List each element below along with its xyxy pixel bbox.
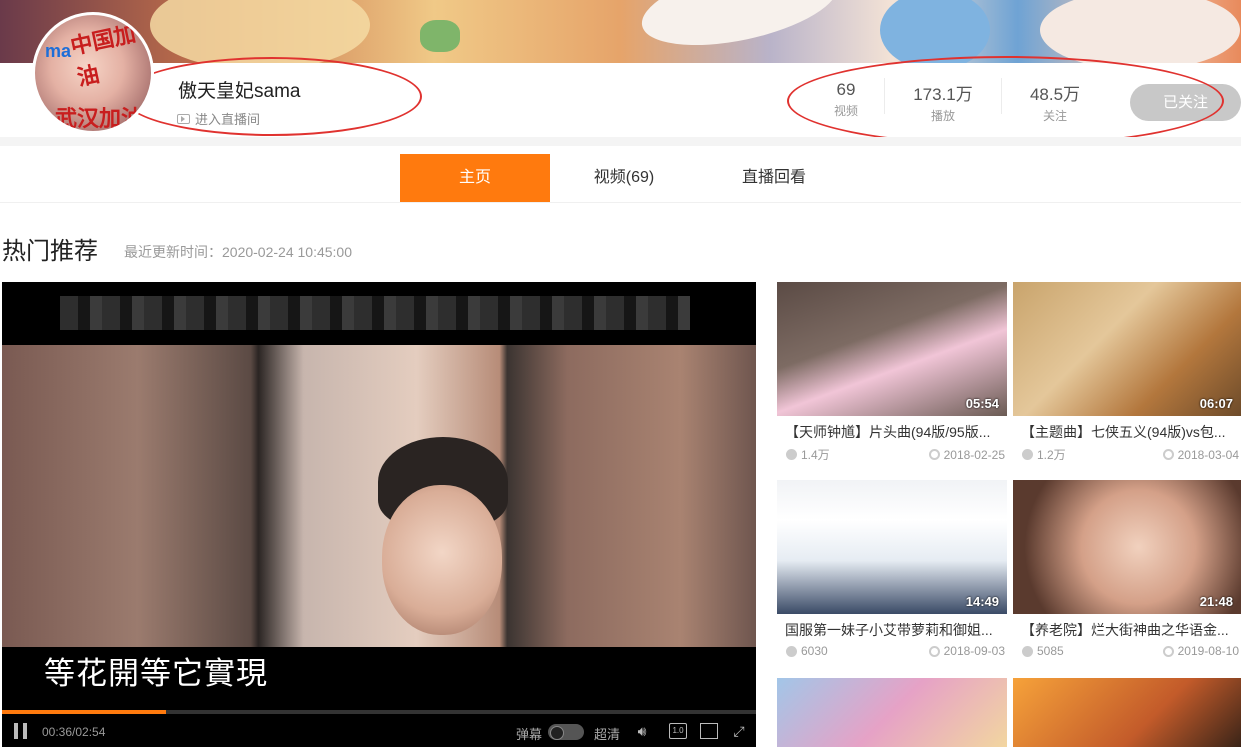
- follow-button[interactable]: 已关注: [1130, 84, 1241, 121]
- quality-button[interactable]: 超清: [594, 724, 620, 743]
- volume-icon[interactable]: 🔊︎: [633, 723, 651, 739]
- play-count: 5085: [1022, 644, 1064, 658]
- video-subtitle: 等花開等它實現: [44, 656, 268, 692]
- upload-date: 2019-08-10: [1162, 644, 1239, 658]
- pause-icon[interactable]: [14, 723, 28, 739]
- profile-banner: [0, 0, 1241, 63]
- stat-plays: 173.1万 播放: [905, 80, 981, 124]
- clock-icon: [1162, 645, 1174, 657]
- blurred-caption: [60, 296, 690, 330]
- stat-divider: [884, 78, 885, 114]
- stat-value: 173.1万: [913, 85, 973, 104]
- widescreen-icon[interactable]: [700, 723, 718, 739]
- play-count-icon: [786, 449, 797, 460]
- upload-date: 2018-09-03: [928, 644, 1005, 658]
- upload-date: 2018-02-25: [928, 446, 1005, 463]
- banner-art: [420, 20, 460, 52]
- avatar[interactable]: 中国加油 ma 武汉加油: [32, 12, 154, 134]
- clock-icon: [1162, 449, 1174, 460]
- tabs-divider: [0, 202, 1241, 203]
- play-count-icon: [786, 645, 797, 657]
- speed-icon[interactable]: 1.0: [669, 723, 687, 739]
- stat-value: 69: [836, 80, 856, 99]
- stat-videos[interactable]: 69 视频: [828, 80, 864, 119]
- video-thumbnail[interactable]: 14:49: [777, 480, 1007, 614]
- video-duration: 14:49: [965, 594, 999, 609]
- video-thumbnail[interactable]: [1013, 678, 1241, 747]
- banner-art: [634, 0, 846, 61]
- video-card[interactable]: 05:54 【天师钟馗】片头曲(94版/95版... 1.4万 2018-02-…: [777, 282, 1007, 463]
- video-meta: 1.2万 2018-03-04: [1013, 446, 1241, 463]
- video-meta: 1.4万 2018-02-25: [777, 446, 1007, 463]
- banner-art: [880, 0, 990, 63]
- clock-icon: [928, 449, 940, 460]
- update-time: 最近更新时间：2020-02-24 10:45:00: [124, 244, 352, 260]
- video-card[interactable]: 06:07 【主题曲】七侠五义(94版)vs包... 1.2万 2018-03-…: [1013, 282, 1241, 463]
- video-thumbnail[interactable]: 06:07: [1013, 282, 1241, 416]
- video-card[interactable]: 21:48 【养老院】烂大街神曲之华语金... 5085 2019-08-10: [1013, 480, 1241, 658]
- video-meta: 6030 2018-09-03: [777, 644, 1007, 658]
- stat-value: 48.5万: [1029, 85, 1081, 104]
- video-duration: 05:54: [965, 396, 999, 411]
- avatar-text: 武汉加油: [55, 106, 144, 131]
- video-card[interactable]: [777, 678, 1007, 747]
- username: 傲天皇妃sama: [178, 81, 301, 102]
- stat-followers: 48.5万 关注: [1022, 80, 1088, 124]
- section-divider: [0, 137, 1241, 146]
- avatar-text: 中国加油: [68, 20, 139, 91]
- video-frame[interactable]: [2, 345, 756, 647]
- avatar-text: ma: [45, 41, 72, 61]
- section-title: 热门推荐: [2, 238, 98, 265]
- stat-divider: [1001, 78, 1002, 114]
- video-thumbnail[interactable]: [777, 678, 1007, 747]
- upload-date: 2018-03-04: [1162, 446, 1239, 463]
- playback-time: 00:36/02:54: [42, 725, 106, 739]
- tab-home[interactable]: 主页: [400, 154, 550, 202]
- video-title[interactable]: 【主题曲】七侠五义(94版)vs包...: [1013, 422, 1241, 442]
- fullscreen-icon[interactable]: ⤢: [730, 723, 748, 739]
- video-duration: 21:48: [1199, 594, 1233, 609]
- video-figure: [382, 485, 502, 635]
- play-count: 1.4万: [786, 446, 830, 463]
- video-card[interactable]: 14:49 国服第一妹子小艾带萝莉和御姐... 6030 2018-09-03: [777, 480, 1007, 658]
- video-thumbnail[interactable]: 05:54: [777, 282, 1007, 416]
- video-title[interactable]: 【天师钟馗】片头曲(94版/95版...: [777, 422, 1007, 442]
- enter-live-room-link[interactable]: 进入直播间: [177, 109, 260, 128]
- banner-art: [150, 0, 370, 63]
- video-title[interactable]: 国服第一妹子小艾带萝莉和御姐...: [777, 620, 1007, 640]
- danmu-label: 弹幕: [516, 727, 543, 742]
- clock-icon: [928, 645, 940, 657]
- live-link-label: 进入直播间: [195, 112, 261, 127]
- player-controls: 00:36/02:54 弹幕 超清 🔊︎ 1.0 ⤢: [2, 714, 756, 747]
- play-count-icon: [1022, 645, 1033, 657]
- danmu-toggle[interactable]: [548, 724, 584, 740]
- stat-label: 播放: [930, 109, 955, 123]
- play-count: 6030: [786, 644, 828, 658]
- stat-label: 视频: [833, 104, 858, 118]
- video-meta: 5085 2019-08-10: [1013, 644, 1241, 658]
- live-video-icon: [177, 113, 190, 124]
- play-count-icon: [1022, 449, 1033, 460]
- play-count: 1.2万: [1022, 446, 1066, 463]
- video-card[interactable]: [1013, 678, 1241, 747]
- banner-art: [1040, 0, 1240, 63]
- tab-live-replay[interactable]: 直播回看: [710, 154, 838, 202]
- video-player[interactable]: 等花開等它實現 00:36/02:54 弹幕 超清 🔊︎ 1.0 ⤢: [2, 282, 756, 747]
- tab-videos[interactable]: 视频(69): [560, 154, 688, 202]
- video-thumbnail[interactable]: 21:48: [1013, 480, 1241, 614]
- video-title[interactable]: 【养老院】烂大街神曲之华语金...: [1013, 620, 1241, 640]
- stat-label: 关注: [1042, 109, 1067, 123]
- video-duration: 06:07: [1199, 396, 1233, 411]
